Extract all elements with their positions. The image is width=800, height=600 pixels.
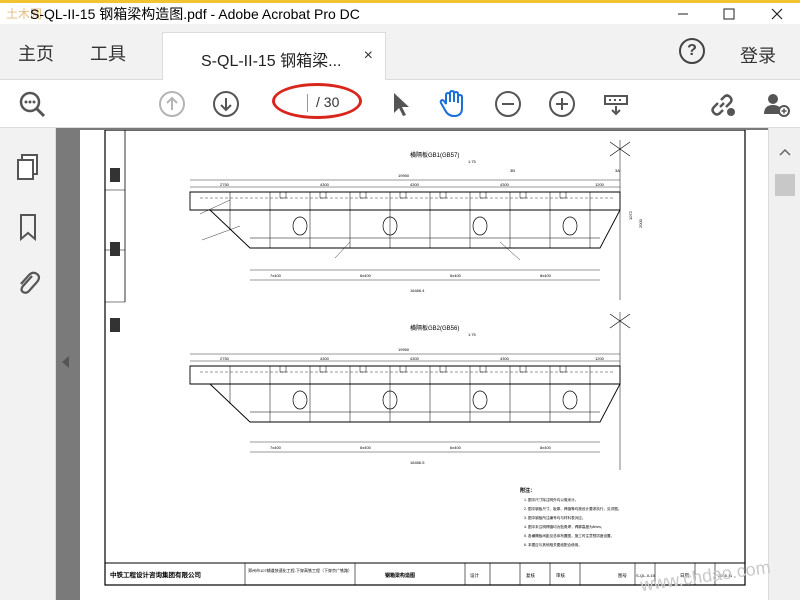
- add-user-button[interactable]: [760, 88, 792, 120]
- svg-text:4300: 4300: [320, 182, 330, 187]
- document-tab-label: S-QL-II-15 钢箱梁...: [201, 53, 342, 70]
- share-link-button[interactable]: [706, 88, 738, 120]
- svg-text:3. 图中钢板所注编号均与材料表对应。: 3. 图中钢板所注编号均与材料表对应。: [524, 515, 586, 520]
- close-window-button[interactable]: [754, 3, 800, 25]
- arrow-down-circle-icon: [213, 91, 239, 117]
- page-display-button[interactable]: [600, 88, 632, 120]
- audit-label: 审核: [556, 572, 565, 579]
- collapse-panel-icon[interactable]: [62, 356, 69, 368]
- vertical-scrollbar[interactable]: [768, 128, 800, 600]
- svg-text:6x400: 6x400: [450, 445, 462, 450]
- window-title: S-QL-II-15 钢箱梁构造图.pdf - Adobe Acrobat Pr…: [30, 6, 360, 22]
- section-1-title: 横隔板GB1(GB57): [410, 151, 459, 159]
- annotation-ellipse: [272, 83, 362, 119]
- zoom-out-button[interactable]: [492, 88, 524, 120]
- arrow-up-circle-icon: [159, 91, 185, 117]
- document-tab[interactable]: S-QL-II-15 钢箱梁... ×: [162, 32, 386, 80]
- select-tool-button[interactable]: [384, 88, 416, 120]
- close-tab-icon[interactable]: ×: [364, 47, 373, 65]
- maximize-button[interactable]: [706, 3, 752, 25]
- previous-page-button[interactable]: [156, 88, 188, 120]
- pdf-page: 横隔板GB1(GB57) 1:75 19950 2750 4300 4300 4…: [80, 129, 770, 600]
- minimize-button[interactable]: [660, 3, 706, 25]
- cursor-arrow-icon: [394, 93, 409, 116]
- svg-text:2750: 2750: [220, 182, 230, 187]
- tab-tools[interactable]: 工具: [90, 40, 126, 66]
- minus-circle-icon: [495, 91, 521, 117]
- tabs-bar: 主页 工具 S-QL-II-15 钢箱梁... × ? 登录: [0, 24, 800, 80]
- svg-text:6x400: 6x400: [360, 273, 372, 278]
- svg-text:8x400: 8x400: [540, 445, 552, 450]
- svg-text:8x400: 8x400: [540, 273, 552, 278]
- svg-text:4300: 4300: [410, 182, 420, 187]
- svg-text:1200: 1200: [595, 356, 605, 361]
- company-name: 中铁工程设计咨询集团有限公司: [110, 570, 201, 579]
- svg-text:6x400: 6x400: [450, 273, 462, 278]
- drawing-name: 钢箱梁构造图: [385, 572, 415, 579]
- top-dims-1: 2750 4300 4300 4300 1200: [220, 182, 605, 187]
- review-label: 复核: [526, 572, 535, 579]
- link-icon: [711, 94, 735, 116]
- bottom-dims-2: 7x400 6x400 6x400 8x400: [270, 445, 552, 450]
- engineering-drawing: 横隔板GB1(GB57) 1:75 19950 2750 4300 4300 4…: [104, 129, 746, 586]
- svg-text:7x400: 7x400: [270, 445, 282, 450]
- total-length-2: 16456.5: [410, 460, 425, 465]
- tab-home[interactable]: 主页: [18, 40, 54, 66]
- scroll-thumb[interactable]: [775, 174, 795, 196]
- mark-3a: 3A: [615, 168, 620, 173]
- svg-text:4300: 4300: [320, 356, 330, 361]
- help-icon[interactable]: ?: [679, 38, 705, 64]
- minimize-icon: [678, 13, 688, 15]
- scroll-mode-icon: [604, 95, 628, 116]
- svg-text:1200: 1200: [595, 182, 605, 187]
- zoom-in-button[interactable]: [546, 88, 578, 120]
- svg-text:4300: 4300: [410, 356, 420, 361]
- total-length-1: 16466.4: [410, 288, 425, 293]
- svg-text:6. 本图应与其他相关图纸配合使用。: 6. 本图应与其他相关图纸配合使用。: [524, 542, 582, 547]
- notes-title: 附注：: [520, 487, 535, 494]
- overall-dim-1: 19950: [398, 173, 410, 178]
- toolbar: / 30: [0, 80, 800, 128]
- attachment-icon[interactable]: [14, 268, 42, 298]
- project-name: 郑州市107辅道快速化工程-下穿高铁工程（下穿京广铁路）: [248, 567, 352, 573]
- hand-icon: [439, 89, 463, 118]
- design-label: 设计: [470, 572, 479, 579]
- svg-text:7x400: 7x400: [270, 273, 282, 278]
- scroll-up-icon[interactable]: [779, 148, 791, 156]
- svg-text:5. 各横隔板间距见总体布置图，施工时注意预拱度设置。: 5. 各横隔板间距见总体布置图，施工时注意预拱度设置。: [524, 533, 614, 538]
- hand-tool-button[interactable]: [436, 88, 468, 120]
- svg-text:4300: 4300: [500, 356, 510, 361]
- maximize-icon: [723, 8, 735, 20]
- svg-text:4. 图中未注明焊缝均为贴角焊，焊脚高度为8mm。: 4. 图中未注明焊缝均为贴角焊，焊脚高度为8mm。: [524, 524, 604, 529]
- left-rail: [0, 128, 56, 600]
- svg-text:2. 图中钢板尺寸、板厚、焊缝等均按设计要求执行，见详图。: 2. 图中钢板尺寸、板厚、焊缝等均按设计要求执行，见详图。: [524, 506, 621, 511]
- overall-dim-2: 19950: [398, 347, 410, 352]
- side-dim-1: 1072: [628, 210, 633, 220]
- search-icon: [19, 91, 46, 118]
- top-dims-2: 2750 4300 4300 4300 1200: [220, 356, 605, 361]
- drawing-no-label: 图号: [618, 573, 627, 579]
- section-2-title: 横隔板GB2(GB56): [410, 324, 459, 332]
- scale-1: 1:75: [468, 159, 477, 164]
- next-page-button[interactable]: [210, 88, 242, 120]
- close-icon: [771, 8, 783, 20]
- stiffeners-2: [229, 366, 591, 422]
- plus-circle-icon: [549, 91, 575, 117]
- svg-text:2750: 2750: [220, 356, 230, 361]
- notes: 1. 图中尺寸除注明外均以毫米计。 2. 图中钢板尺寸、板厚、焊缝等均按设计要求…: [524, 497, 621, 547]
- svg-text:1. 图中尺寸除注明外均以毫米计。: 1. 图中尺寸除注明外均以毫米计。: [524, 497, 578, 502]
- bottom-dims-1: 7x400 6x400 6x400 8x400: [270, 273, 552, 278]
- side-dim-2: 2000: [638, 218, 643, 228]
- mark-3b: 3B: [510, 168, 515, 173]
- scale-2: 1:75: [468, 332, 477, 337]
- svg-text:4300: 4300: [500, 182, 510, 187]
- login-button[interactable]: 登录: [740, 42, 776, 68]
- zoom-search-button[interactable]: [16, 88, 48, 120]
- stiffeners-1: [229, 192, 591, 248]
- bookmark-icon[interactable]: [14, 212, 42, 242]
- svg-text:6x400: 6x400: [360, 445, 372, 450]
- title-bar: 土木网 S-QL-II-15 钢箱梁构造图.pdf - Adobe Acroba…: [0, 0, 800, 24]
- add-user-icon: [764, 94, 790, 117]
- page-thumbnails-icon[interactable]: [14, 152, 42, 182]
